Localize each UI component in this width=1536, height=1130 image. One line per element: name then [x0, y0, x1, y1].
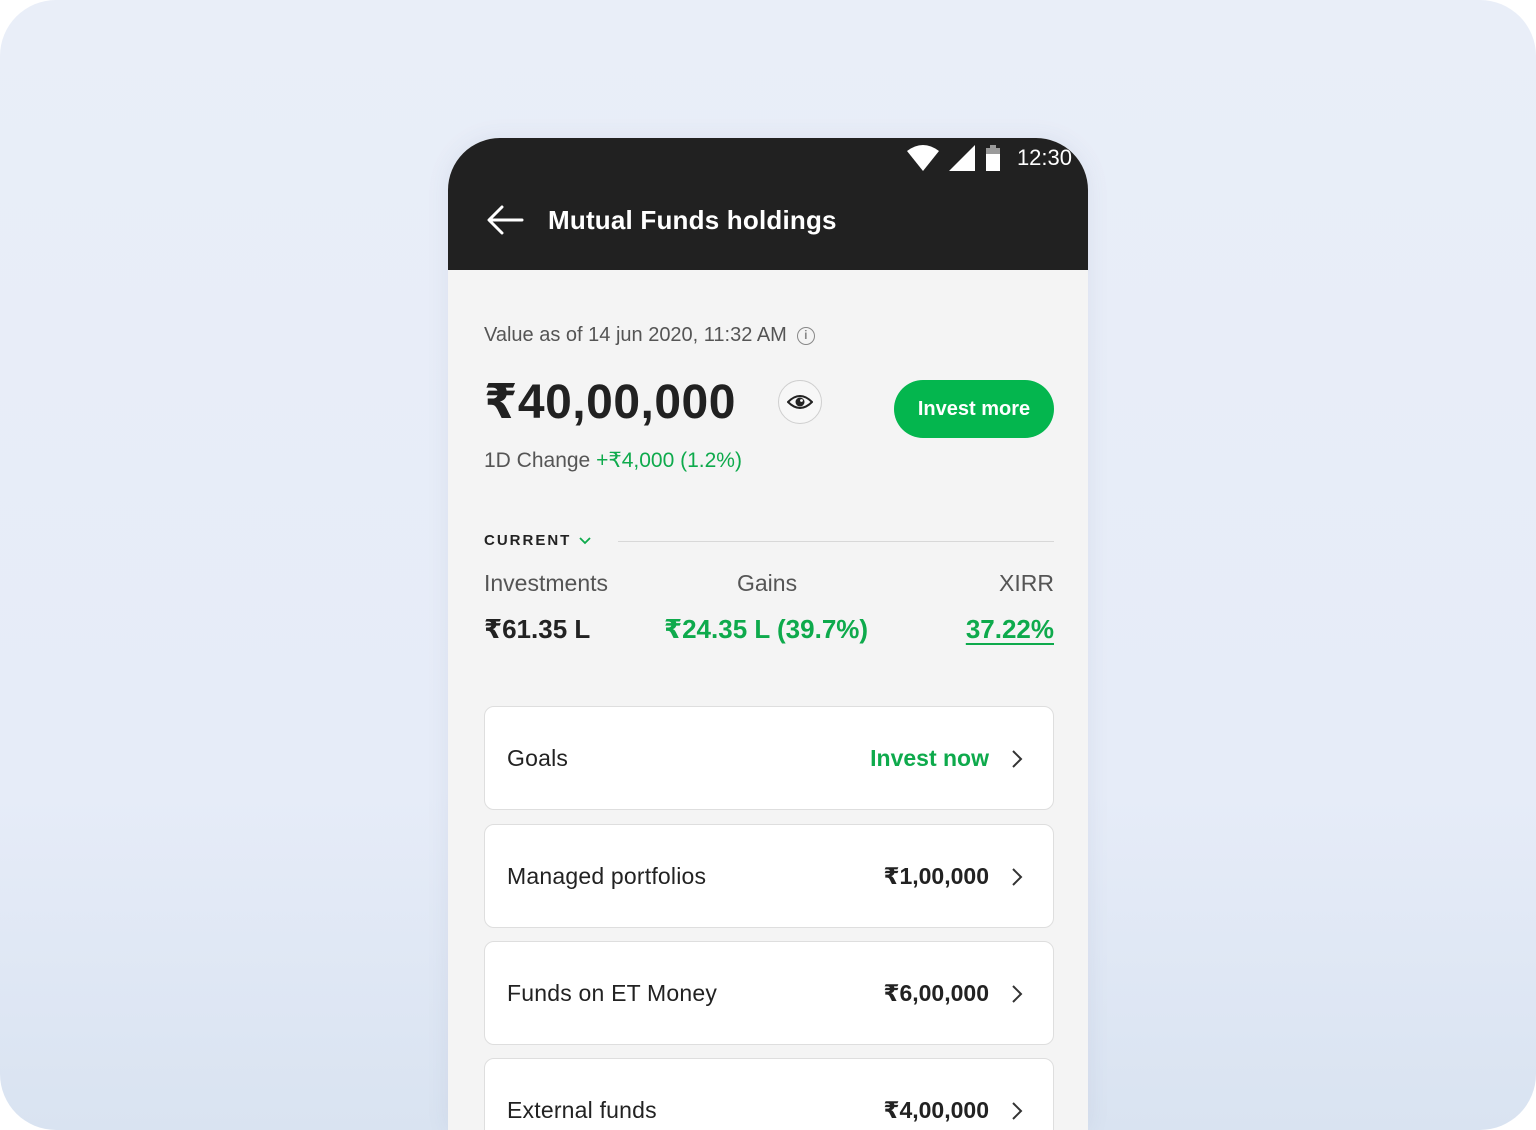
toggle-visibility-button[interactable]: [778, 380, 822, 424]
current-dropdown-label: CURRENT: [484, 532, 572, 549]
current-section-header: CURRENT: [484, 532, 1054, 552]
status-time: 12:30: [1016, 145, 1072, 170]
card-value: ₹1,00,000: [883, 863, 989, 889]
eye-icon: [787, 395, 813, 409]
card-managed-portfolios[interactable]: Managed portfolios ₹1,00,000: [484, 824, 1054, 928]
battery-icon: [985, 145, 1000, 171]
signal-icon: [948, 145, 975, 171]
info-icon[interactable]: i: [796, 326, 815, 345]
chevron-down-icon: [579, 536, 591, 544]
investments-value: ₹61.35 L: [484, 614, 591, 644]
chevron-right-icon: [1012, 868, 1023, 886]
value-as-of: Value as of 14 jun 2020, 11:32 AM i: [484, 324, 815, 347]
invest-more-button[interactable]: Invest more: [894, 380, 1054, 438]
day-change: 1D Change +₹4,000 (1.2%): [484, 448, 742, 473]
gains-label: Gains: [737, 570, 798, 596]
phone-screen: 12:30 Mutual Funds holdings Value as of …: [448, 138, 1088, 1130]
wifi-icon: [906, 145, 939, 171]
card-goals[interactable]: Goals Invest now: [484, 706, 1054, 810]
gains-value: ₹24.35 L (39.7%): [664, 614, 869, 644]
day-change-label: 1D Change: [484, 449, 591, 472]
app-header: 12:30 Mutual Funds holdings: [448, 138, 1088, 270]
status-bar: 12:30: [906, 144, 1072, 172]
card-label: External funds: [507, 1097, 657, 1123]
investments-label: Investments: [484, 570, 608, 596]
page-title: Mutual Funds holdings: [548, 205, 837, 235]
current-dropdown[interactable]: CURRENT: [484, 532, 591, 549]
invest-now-link[interactable]: Invest now: [870, 745, 989, 772]
chevron-right-icon: [1012, 1102, 1023, 1120]
card-value: ₹6,00,000: [883, 980, 989, 1006]
card-funds-on-et-money[interactable]: Funds on ET Money ₹6,00,000: [484, 941, 1054, 1045]
card-label: Goals: [507, 745, 569, 771]
current-stats: Investments Gains XIRR ₹61.35 L ₹24.35 L…: [484, 570, 1054, 650]
divider: [618, 541, 1054, 542]
value-as-of-text: Value as of 14 jun 2020, 11:32 AM: [484, 324, 787, 346]
day-change-value: +₹4,000 (1.2%): [596, 449, 742, 472]
card-label: Managed portfolios: [507, 863, 707, 889]
chevron-right-icon: [1012, 750, 1023, 768]
background: 12:30 Mutual Funds holdings Value as of …: [0, 0, 1536, 1130]
back-button[interactable]: [486, 204, 524, 236]
card-label: Funds on ET Money: [507, 980, 718, 1006]
back-arrow-icon: [487, 205, 524, 235]
xirr-label: XIRR: [999, 570, 1054, 596]
card-value: ₹4,00,000: [883, 1097, 989, 1123]
card-external-funds[interactable]: External funds ₹4,00,000: [484, 1058, 1054, 1130]
xirr-value-link[interactable]: 37.22%: [966, 614, 1054, 645]
chevron-right-icon: [1012, 985, 1023, 1003]
total-value: ₹40,00,000: [484, 376, 736, 429]
